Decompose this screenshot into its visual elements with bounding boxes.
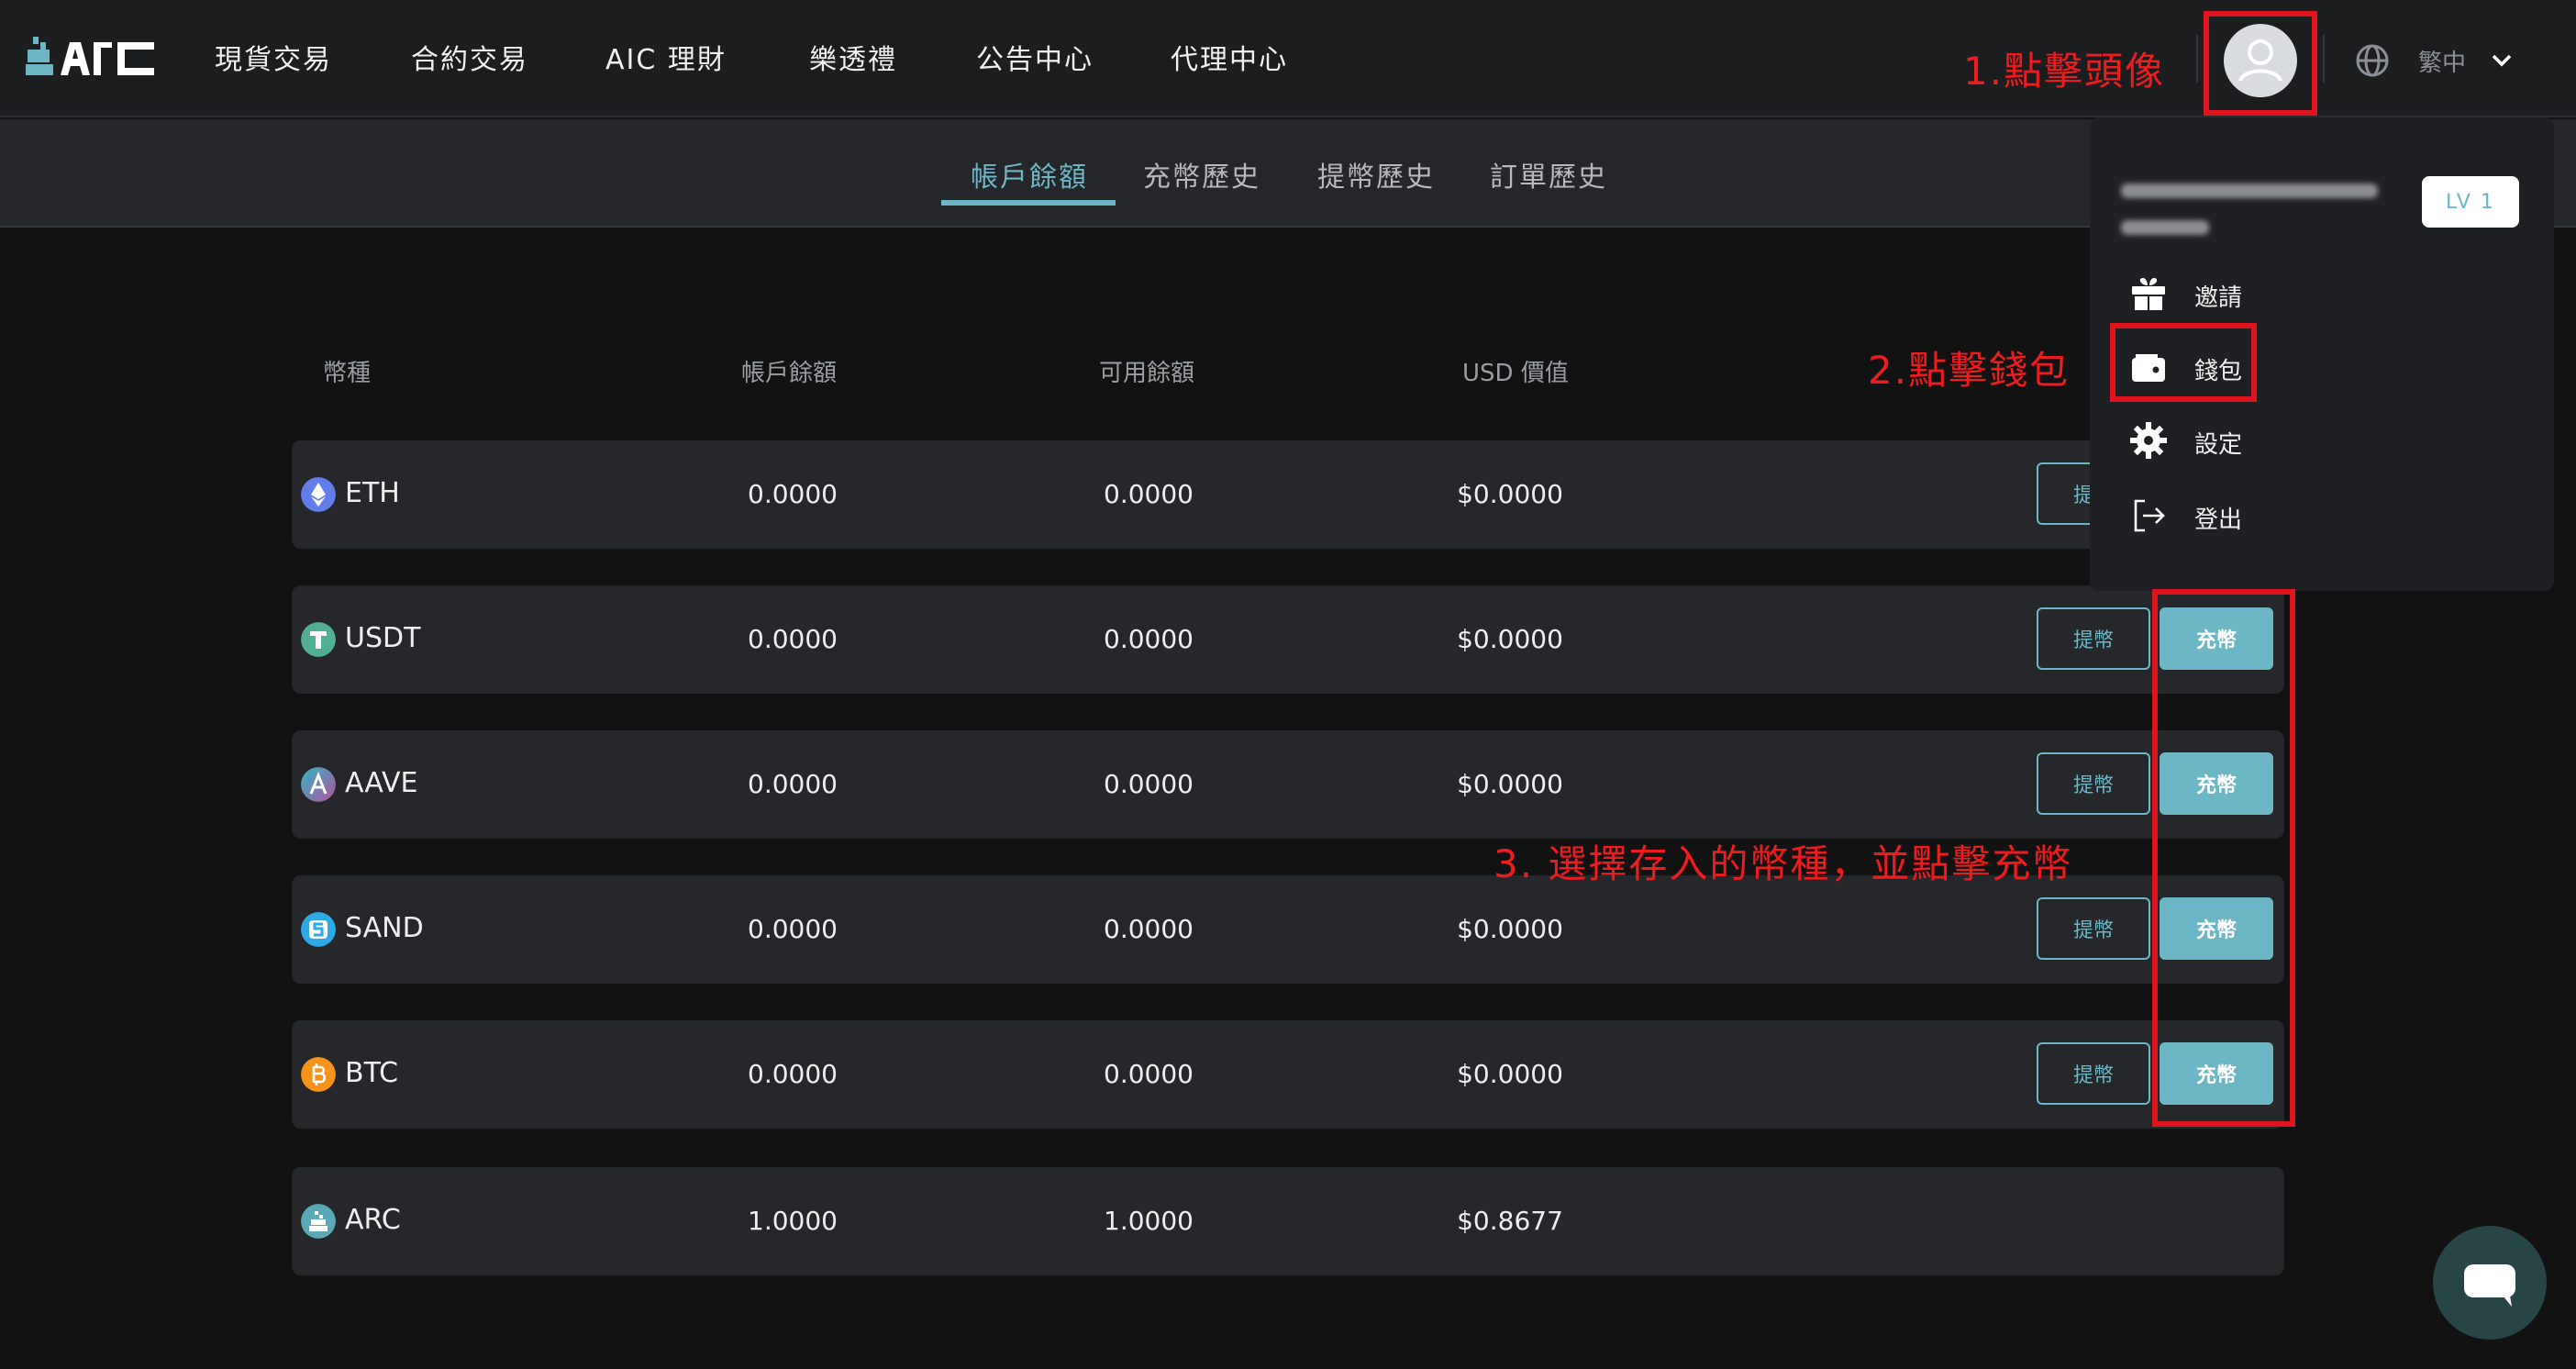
annotation-box-avatar [2204,11,2317,116]
level-badge: LV 1 [2422,176,2519,228]
annotation-box-wallet [2110,323,2257,402]
nav-lottery-gift[interactable]: 樂透禮 [809,37,897,77]
header-divider [2323,35,2325,83]
table-row: ARC 1.0000 1.0000 $0.8677 [292,1167,2284,1275]
available-value: 0.0000 [1104,1059,1194,1089]
top-navigation-bar: 現貨交易 合約交易 AIC 理財 樂透禮 公告中心 代理中心 繁中 [0,0,2576,117]
annotation-box-deposit-buttons [2152,589,2295,1127]
aave-icon [301,767,336,802]
active-tab-indicator [941,200,1116,206]
menu-item-label: 登出 [2194,506,2243,534]
menu-item-logout[interactable]: 登出 [2128,490,2495,540]
globe-icon[interactable] [2354,42,2391,79]
usdt-icon [301,622,336,657]
column-header-available: 可用餘額 [1099,360,1195,387]
chevron-down-icon[interactable] [2490,48,2514,72]
table-row: USDT 0.0000 0.0000 $0.0000 提幣 充幣 [292,585,2284,694]
balance-value: 1.0000 [748,1206,838,1236]
annotation-step-3: 3. 選擇存入的幣種，並點擊充幣 [1493,841,2073,886]
withdraw-button[interactable]: 提幣 [2037,752,2150,815]
nav-aic-finance[interactable]: AIC 理財 [605,37,727,77]
arc-icon [301,1204,336,1239]
coin-name: AAVE [345,767,418,799]
column-header-coin: 幣種 [323,360,372,387]
coin-name: ETH [345,477,400,509]
coin-name: ARC [345,1204,401,1236]
menu-item-label: 設定 [2194,431,2243,459]
balance-value: 0.0000 [748,914,838,944]
withdraw-button[interactable]: 提幣 [2037,1042,2150,1105]
usd-value: $0.0000 [1457,769,1563,799]
usd-value: $0.0000 [1457,914,1563,944]
table-row: SAND 0.0000 0.0000 $0.0000 提幣 充幣 [292,875,2284,984]
menu-item-settings[interactable]: 設定 [2128,415,2495,464]
table-row: BTC 0.0000 0.0000 $0.0000 提幣 充幣 [292,1020,2284,1129]
nav-spot-trading[interactable]: 現貨交易 [215,37,332,77]
usd-value: $0.8677 [1457,1206,1563,1236]
table-row: AAVE 0.0000 0.0000 $0.0000 提幣 充幣 [292,730,2284,839]
menu-item-invite[interactable]: 邀請 [2128,268,2495,317]
annotation-step-1: 1.點擊頭像 [1963,49,2166,94]
available-value: 0.0000 [1104,914,1194,944]
column-header-usd-value: USD 價值 [1462,360,1569,387]
coin-name: BTC [345,1057,399,1089]
tab-deposit-history[interactable]: 充幣歷史 [1143,154,1260,195]
usd-value: $0.0000 [1457,479,1563,509]
balance-value: 0.0000 [748,1059,838,1089]
available-value: 0.0000 [1104,479,1194,509]
balance-value: 0.0000 [748,479,838,509]
coin-name: USDT [345,622,421,654]
nav-futures-trading[interactable]: 合約交易 [411,37,528,77]
nav-agent-center[interactable]: 代理中心 [1171,37,1288,77]
menu-item-label: 邀請 [2194,284,2243,312]
gear-icon [2130,422,2167,459]
chat-support-button[interactable] [2433,1226,2547,1340]
logout-icon [2134,499,2165,532]
balance-value: 0.0000 [748,769,838,799]
usd-value: $0.0000 [1457,1059,1563,1089]
available-value: 0.0000 [1104,769,1194,799]
table-row: ETH 0.0000 0.0000 $0.0000 提幣 [292,440,2284,549]
coin-name: SAND [345,912,424,944]
gift-icon [2132,278,2165,310]
nav-announcements[interactable]: 公告中心 [976,37,1094,77]
column-header-balance: 帳戶餘額 [741,360,838,387]
aic-logo[interactable] [26,37,158,77]
language-selector[interactable]: 繁中 [2418,44,2466,78]
withdraw-button[interactable]: 提幣 [2037,897,2150,960]
sand-icon [301,912,336,947]
tab-account-balance[interactable]: 帳戶餘額 [971,154,1088,195]
tab-withdraw-history[interactable]: 提幣歷史 [1317,154,1435,195]
annotation-step-2: 2.點擊錢包 [1868,348,2071,393]
available-value: 0.0000 [1104,624,1194,654]
user-email-redacted [2121,176,2387,250]
tab-order-history[interactable]: 訂單歷史 [1490,154,1607,195]
header-divider [2196,35,2198,83]
usd-value: $0.0000 [1457,624,1563,654]
eth-icon [301,477,336,512]
btc-icon [301,1057,336,1092]
balance-value: 0.0000 [748,624,838,654]
chat-bubble-icon [2464,1264,2515,1307]
withdraw-button[interactable]: 提幣 [2037,607,2150,670]
available-value: 1.0000 [1104,1206,1194,1236]
